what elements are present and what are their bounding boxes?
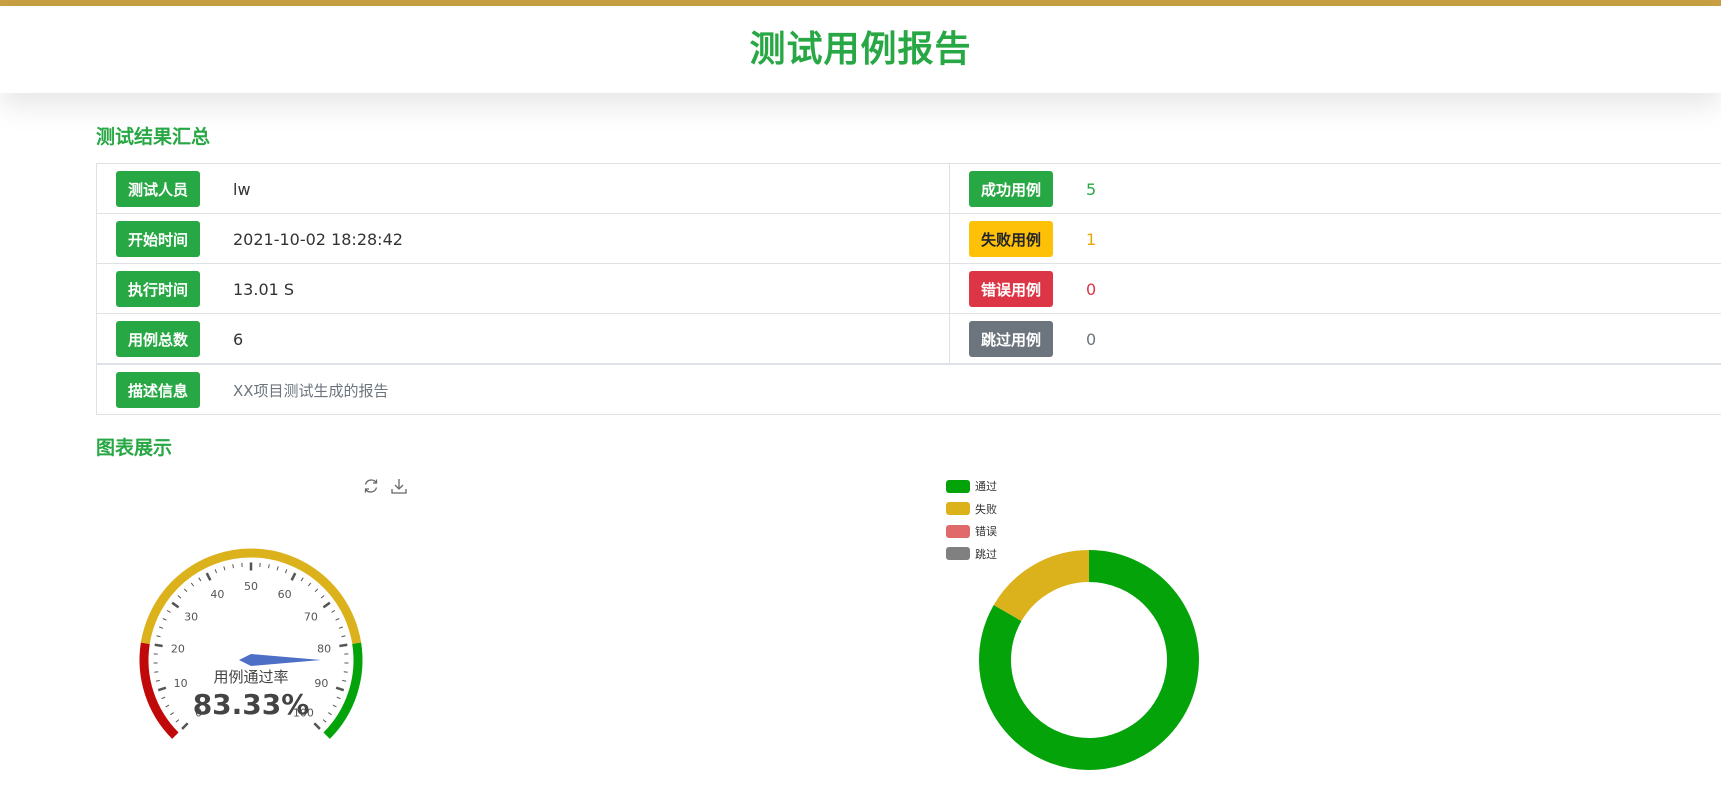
description-badge: 描述信息: [116, 372, 200, 408]
summary-cell: 失败用例 1: [950, 214, 1721, 264]
duration-value: 13.01 S: [233, 279, 295, 299]
summary-cell: 开始时间 2021-10-02 18:28:42: [97, 214, 950, 264]
summary-cell: 测试人员 lw: [97, 164, 950, 214]
description-value: XX项目测试生成的报告: [233, 381, 389, 400]
gauge-minor-tick: [320, 595, 325, 599]
summary-row: 测试人员 lw 成功用例 5: [97, 164, 1721, 214]
gauge-major-tick: [181, 722, 189, 730]
gauge-minor-tick: [162, 618, 167, 621]
gauge-minor-tick: [198, 577, 202, 582]
start-time-value: 2021-10-02 18:28:42: [233, 229, 403, 249]
gauge-minor-tick: [284, 569, 288, 574]
gauge-minor-tick: [300, 577, 304, 582]
gauge-minor-tick: [268, 564, 270, 569]
summary-row: 开始时间 2021-10-02 18:28:42 失败用例 1: [97, 214, 1721, 264]
gauge-title: 用例通过率: [213, 668, 288, 686]
success-count: 5: [1086, 179, 1097, 199]
page-title: 测试用例报告: [749, 29, 972, 70]
gauge-tick-label: 90: [314, 677, 328, 690]
skip-badge: 跳过用例: [969, 321, 1053, 357]
gauge-needle: [239, 654, 321, 666]
gauge-minor-tick: [338, 626, 343, 629]
gauge-minor-tick: [341, 635, 346, 638]
gauge-minor-tick: [276, 566, 279, 571]
summary-cell: 描述信息 XX项目测试生成的报告: [97, 365, 1721, 415]
gauge-minor-tick: [328, 712, 332, 716]
gauge-minor-tick: [342, 679, 347, 682]
total-value: 6: [233, 329, 244, 349]
success-badge: 成功用例: [969, 171, 1053, 207]
pass-rate-gauge: 0102030405060708090100 用例通过率 83.33%: [139, 548, 363, 739]
gauge-minor-tick: [161, 696, 166, 700]
gauge-major-tick: [205, 572, 212, 581]
gauge-tick-label: 10: [174, 677, 188, 690]
gauge-minor-tick: [343, 671, 348, 673]
page-header: 测试用例报告: [0, 6, 1721, 93]
gauge-minor-tick: [223, 566, 226, 571]
summary-cell: 用例总数 6: [97, 314, 950, 364]
gauge-minor-tick: [232, 564, 234, 569]
result-donut-chart: [979, 550, 1199, 770]
summary-table: 测试人员 lw 成功用例 5 开始时间 2021-10-02 18:28:42 …: [96, 163, 1721, 415]
error-badge: 错误用例: [969, 271, 1053, 307]
donut-slice-1[interactable]: [993, 550, 1090, 622]
total-badge: 用例总数: [116, 321, 200, 357]
gauge-tick-label: 30: [184, 611, 198, 624]
gauge-minor-tick: [156, 635, 161, 638]
gauge-minor-tick: [155, 679, 160, 682]
gauge-minor-tick: [336, 696, 341, 700]
fail-badge: 失败用例: [969, 221, 1053, 257]
gauge-minor-tick: [175, 719, 180, 723]
gauge-major-tick: [335, 686, 345, 692]
gauge-major-tick: [171, 601, 180, 609]
skip-count: 0: [1086, 329, 1097, 349]
gauge-minor-tick: [190, 582, 195, 587]
gauge-minor-tick: [332, 704, 337, 708]
summary-row: 执行时间 13.01 S 错误用例 0: [97, 264, 1721, 314]
gauge-minor-tick: [331, 609, 336, 613]
summary-cell: 执行时间 13.01 S: [97, 264, 950, 314]
tester-value: lw: [233, 179, 251, 199]
gauge-major-tick: [339, 643, 348, 648]
summary-row: 描述信息 XX项目测试生成的报告: [97, 364, 1721, 414]
gauge-tick-label: 60: [278, 588, 292, 601]
gauge-minor-tick: [183, 588, 188, 593]
gauge-major-tick: [290, 572, 297, 581]
gauge-minor-tick: [154, 671, 159, 673]
gauge-minor-tick: [166, 609, 171, 613]
summary-cell: 成功用例 5: [950, 164, 1721, 214]
error-count: 0: [1086, 279, 1097, 299]
gauge-value: 83.33%: [193, 688, 310, 721]
gauge-minor-tick: [177, 595, 182, 599]
gauge-major-tick: [157, 686, 167, 692]
gauge-minor-tick: [322, 719, 327, 723]
charts-section-title: 图表展示: [96, 437, 173, 459]
summary-row: 用例总数 6 跳过用例 0: [97, 314, 1721, 364]
gauge-tick-label: 70: [304, 611, 318, 624]
gauge-minor-tick: [165, 704, 170, 708]
fail-count: 1: [1086, 229, 1097, 249]
gauge-minor-tick: [335, 618, 340, 621]
gauge-minor-tick: [170, 712, 174, 716]
gauge-minor-tick: [314, 588, 319, 593]
summary-cell: 跳过用例 0: [950, 314, 1721, 364]
start-time-badge: 开始时间: [116, 221, 200, 257]
summary-cell: 错误用例 0: [950, 264, 1721, 314]
gauge-tick-label: 80: [317, 642, 331, 655]
tester-badge: 测试人员: [116, 171, 200, 207]
gauge-major-tick: [322, 601, 331, 609]
duration-badge: 执行时间: [116, 271, 200, 307]
gauge-minor-tick: [214, 569, 218, 574]
gauge-major-tick: [313, 722, 321, 730]
gauge-tick-label: 50: [244, 580, 258, 593]
gauge-minor-tick: [159, 626, 164, 629]
gauge-tick-label: 40: [210, 588, 224, 601]
gauge-minor-tick: [307, 582, 312, 587]
gauge-major-tick: [154, 643, 163, 648]
gauge-tick-label: 20: [171, 642, 185, 655]
summary-section-title: 测试结果汇总: [96, 126, 211, 148]
